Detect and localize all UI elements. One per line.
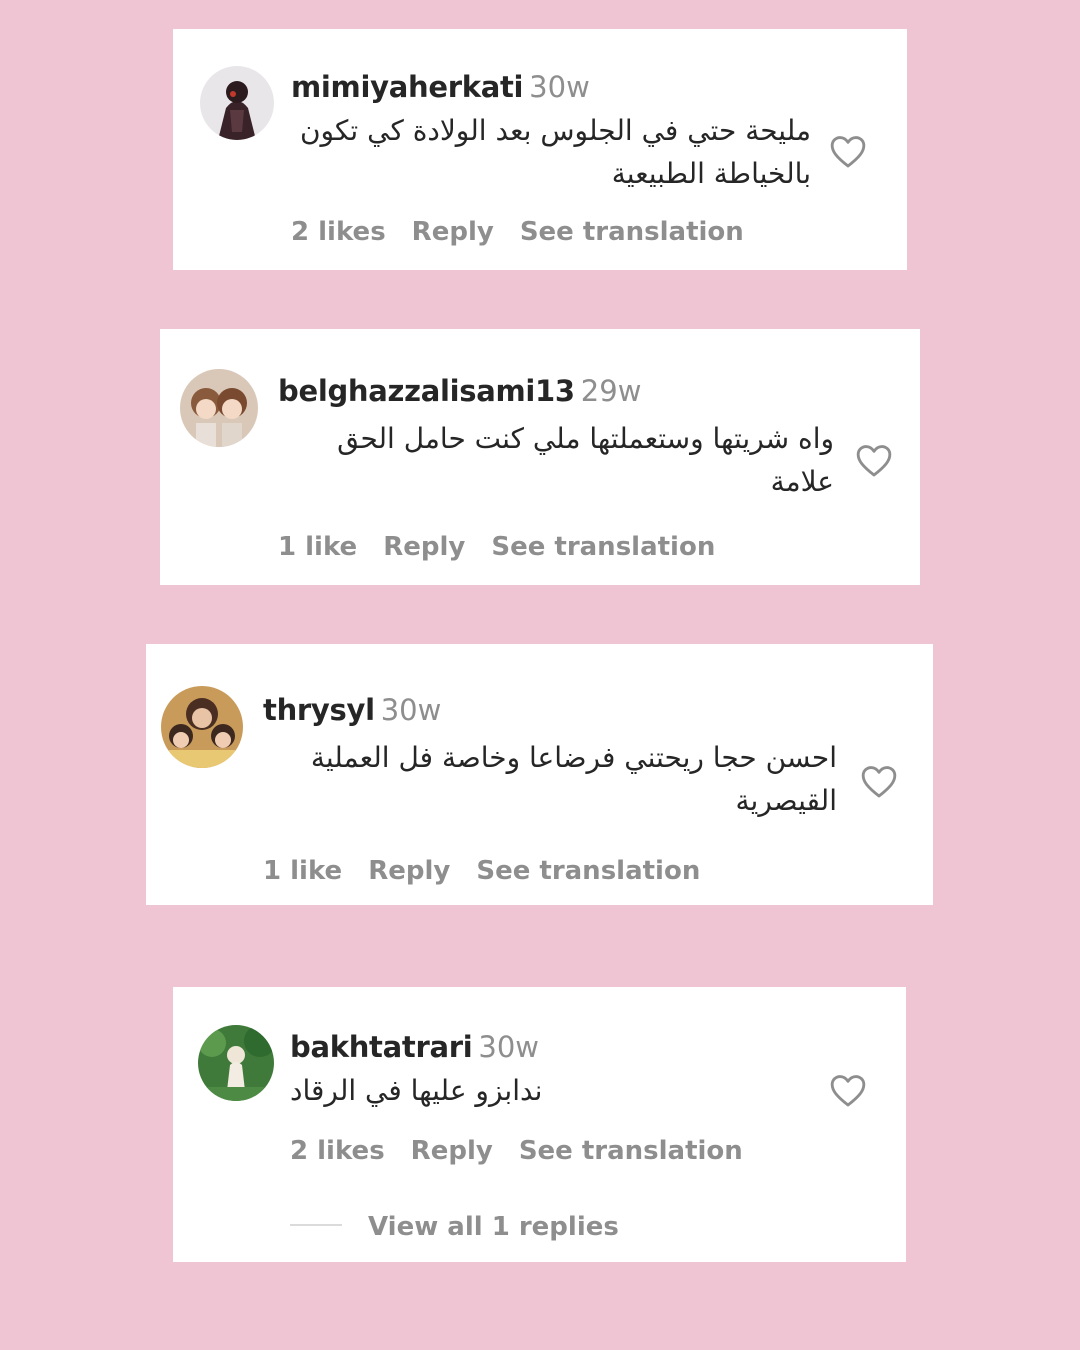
heart-outline-icon[interactable] [855, 442, 893, 478]
replies-divider [290, 1224, 342, 1226]
comment-card: belghazzalisami13 29w واه شريتها وستعملته… [160, 329, 920, 585]
comment-actions: 2 likes Reply See translation [291, 215, 770, 249]
see-translation-button[interactable]: See translation [519, 1134, 743, 1168]
avatar[interactable] [198, 1025, 274, 1101]
timestamp: 30w [529, 70, 590, 104]
comment-card: mimiyaherkati 30w مليحة حتي في الجلوس بعد… [173, 29, 907, 270]
likes-count[interactable]: 1 like [278, 530, 357, 564]
reply-button[interactable]: Reply [383, 530, 465, 564]
reply-button[interactable]: Reply [368, 854, 450, 888]
see-translation-button[interactable]: See translation [476, 854, 700, 888]
see-translation-button[interactable]: See translation [491, 530, 715, 564]
comment-text: مليحة حتي في الجلوس بعد الولادة كي تكون … [299, 114, 811, 190]
username[interactable]: bakhtatrari [290, 1030, 473, 1064]
avatar[interactable] [161, 686, 243, 768]
reply-button[interactable]: Reply [411, 1134, 493, 1168]
comment-text: ندابزو عليها في الرقاد [290, 1074, 543, 1107]
view-replies-button[interactable]: View all 1 replies [368, 1210, 619, 1244]
timestamp: 30w [478, 1030, 539, 1064]
comment-text: احسن حجا ريحتني فرضاعا وخاصة فل العملية … [310, 741, 837, 817]
comment-actions: 2 likes Reply See translation [290, 1134, 769, 1168]
comment-text: واه شريتها وستعملتها ملي كنت حامل الحق ع… [337, 422, 834, 498]
likes-count[interactable]: 1 like [263, 854, 342, 888]
username[interactable]: thrysyl [263, 693, 375, 727]
username[interactable]: mimiyaherkati [291, 70, 523, 104]
comment-header: mimiyaherkati 30w [291, 69, 590, 105]
avatar[interactable] [180, 369, 258, 447]
heart-outline-icon[interactable] [829, 133, 867, 169]
heart-outline-icon[interactable] [860, 763, 898, 799]
heart-outline-icon[interactable] [829, 1072, 867, 1108]
avatar[interactable] [200, 66, 274, 140]
timestamp: 30w [380, 693, 442, 727]
see-translation-button[interactable]: See translation [520, 215, 744, 249]
reply-button[interactable]: Reply [412, 215, 494, 249]
likes-count[interactable]: 2 likes [291, 215, 386, 249]
comment-card: bakhtatrari 30w ندابزو عليها في الرقاد 2 … [173, 987, 906, 1262]
comment-header: bakhtatrari 30w [290, 1029, 539, 1065]
comment-actions: 1 like Reply See translation [263, 854, 726, 888]
comment-card: thrysyl 30w احسن حجا ريحتني فرضاعا وخاصة … [146, 644, 933, 905]
comment-actions: 1 like Reply See translation [278, 530, 741, 564]
comment-header: thrysyl 30w [263, 692, 441, 728]
comment-header: belghazzalisami13 29w [278, 373, 641, 409]
likes-count[interactable]: 2 likes [290, 1134, 385, 1168]
timestamp: 29w [580, 374, 642, 408]
username[interactable]: belghazzalisami13 [278, 374, 575, 408]
